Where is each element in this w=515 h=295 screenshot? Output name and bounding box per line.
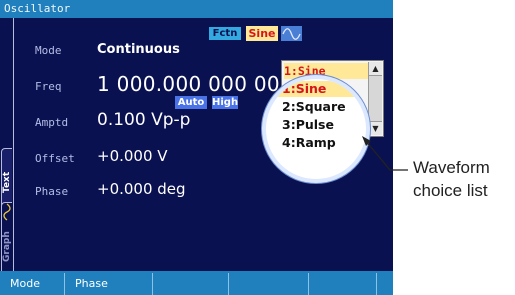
callout-pointer	[362, 136, 408, 171]
callout-line-1: Waveform	[413, 158, 490, 177]
callout-line-2: choice list	[413, 181, 488, 200]
callout-label: Waveform choice list	[413, 156, 490, 202]
